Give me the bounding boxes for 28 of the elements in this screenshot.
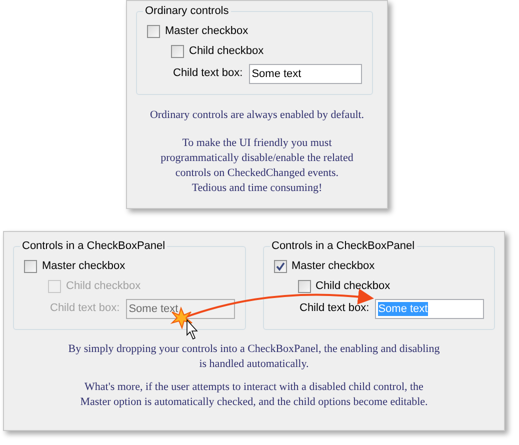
checkbox[interactable] [171,44,184,58]
checkbox-label: Child checkbox [66,278,141,294]
text-value: Some text [128,302,178,316]
checkbox-label: Child checkbox [316,278,390,294]
checkbox-label: Child checkbox [189,44,264,59]
checkbox[interactable] [298,280,310,292]
checkbox[interactable] [274,260,286,272]
description-text: To make the UI friendly you must programmatically disable/enable the related controls on CheckedChanged events. Tedious and time consuming! [160,136,354,196]
text-field[interactable]: Some text [375,298,484,318]
description-text: By simply dropping your controls into a CheckBoxPanel, the enabling and disabling is handled automatically. [67,342,441,372]
text-value: Some text [378,302,428,316]
text-value: Some text [252,66,302,80]
description-text: What's more, if the user attempts to interact with a disabled child control, the Master option is automatically checked, and the child options become editable. [79,380,429,410]
checkbox-label: Master checkbox [165,24,248,39]
checkbox-label: Master checkbox [42,258,126,274]
text-box-label: Child text box: [173,66,243,82]
text-box-label: Child text box: [50,301,120,316]
checkbox[interactable] [147,24,160,38]
group-title: Ordinary controls [144,4,230,19]
description-text: Ordinary controls are always enabled by default. [148,108,366,122]
group-title: Controls in a CheckBoxPanel [21,239,166,254]
check-icon [276,262,284,270]
group-title: Controls in a CheckBoxPanel [270,239,416,254]
cursor-icon [186,318,198,340]
text-box-label: Child text box: [300,301,370,316]
checkbox[interactable] [24,260,37,272]
checkbox-label: Master checkbox [292,258,375,274]
text-field[interactable]: Some text [248,64,362,84]
